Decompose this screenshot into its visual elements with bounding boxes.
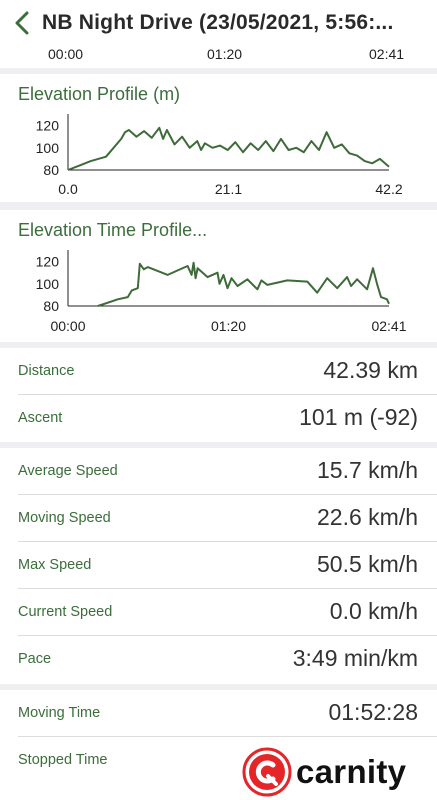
stat-row-ascent: Ascent 101 m (-92)	[0, 395, 437, 442]
elevation-time-profile-chart: 120 100 80 00:00 01:20 02:41	[36, 250, 407, 334]
stat-value: 15.7 km/h	[317, 457, 418, 483]
elevation-series-line	[97, 261, 390, 307]
stat-value: 50.5 km/h	[317, 551, 418, 577]
x-tick-label: 0.0	[58, 181, 78, 197]
brand-wordmark: carnity	[296, 753, 407, 790]
elevation-time-profile-card: Elevation Time Profile... 120 100 80 00:00 0…	[0, 210, 437, 342]
back-button[interactable]	[2, 0, 42, 46]
stat-label: Moving Time	[18, 705, 101, 721]
elevation-series-line	[67, 126, 390, 171]
elevation-profile-card: Elevation Profile (m) 120 100 80 0.0 21.1 42.…	[0, 74, 437, 202]
stat-row-pace: Pace 3:49 min/km	[0, 636, 437, 683]
axis-tick-label: 02:41	[369, 46, 405, 62]
x-tick-label: 00:00	[50, 318, 85, 334]
carnity-watermark: carnity	[238, 744, 437, 800]
chevron-left-icon	[15, 11, 29, 35]
stat-label: Ascent	[18, 410, 63, 426]
stat-row-current-speed: Current Speed 0.0 km/h	[0, 589, 437, 636]
x-tick-label: 02:41	[371, 318, 406, 334]
page-title: NB Night Drive (23/05/2021, 5:56:...	[42, 11, 394, 34]
stat-label: Stopped Time	[18, 752, 108, 768]
stat-label: Current Speed	[18, 604, 113, 620]
carnity-logo-icon	[242, 747, 292, 797]
stat-value: 42.39 km	[323, 357, 418, 383]
y-tick-label: 80	[43, 298, 59, 314]
stat-row-moving-speed: Moving Speed 22.6 km/h	[0, 495, 437, 542]
stat-label: Pace	[18, 651, 52, 667]
elevation-profile-chart: 120 100 80 0.0 21.1 42.2	[36, 114, 403, 197]
stat-label: Distance	[18, 363, 75, 379]
stat-label: Moving Speed	[18, 510, 111, 526]
y-tick-label: 100	[36, 276, 60, 292]
axis-tick-label: 00:00	[48, 46, 84, 62]
stat-value: 3:49 min/km	[292, 645, 418, 671]
x-tick-label: 21.1	[215, 181, 242, 197]
x-tick-label: 01:20	[211, 318, 246, 334]
stats-group-speed: Average Speed 15.7 km/h Moving Speed 22.…	[0, 448, 437, 684]
y-tick-label: 80	[43, 162, 59, 178]
stat-label: Average Speed	[18, 463, 118, 479]
y-tick-label: 120	[36, 118, 60, 134]
stats-group-distance: Distance 42.39 km Ascent 101 m (-92)	[0, 348, 437, 442]
stat-label: Max Speed	[18, 557, 92, 573]
stat-value: 101 m (-92)	[299, 404, 418, 430]
previous-chart-axis: 00:00 01:20 02:41	[0, 46, 437, 68]
stat-value: 22.6 km/h	[317, 504, 418, 530]
stat-value: 0.0 km/h	[329, 598, 418, 624]
top-bar: NB Night Drive (23/05/2021, 5:56:...	[0, 0, 437, 46]
stat-row-distance: Distance 42.39 km	[0, 348, 437, 395]
stat-row-moving-time: Moving Time 01:52:28	[0, 690, 437, 737]
y-tick-label: 100	[36, 140, 60, 156]
axis-tick-label: 01:20	[207, 46, 243, 62]
y-tick-label: 120	[36, 254, 60, 270]
x-tick-label: 42.2	[375, 181, 402, 197]
stat-row-max-speed: Max Speed 50.5 km/h	[0, 542, 437, 589]
stat-value: 01:52:28	[328, 699, 418, 725]
stat-row-average-speed: Average Speed 15.7 km/h	[0, 448, 437, 495]
